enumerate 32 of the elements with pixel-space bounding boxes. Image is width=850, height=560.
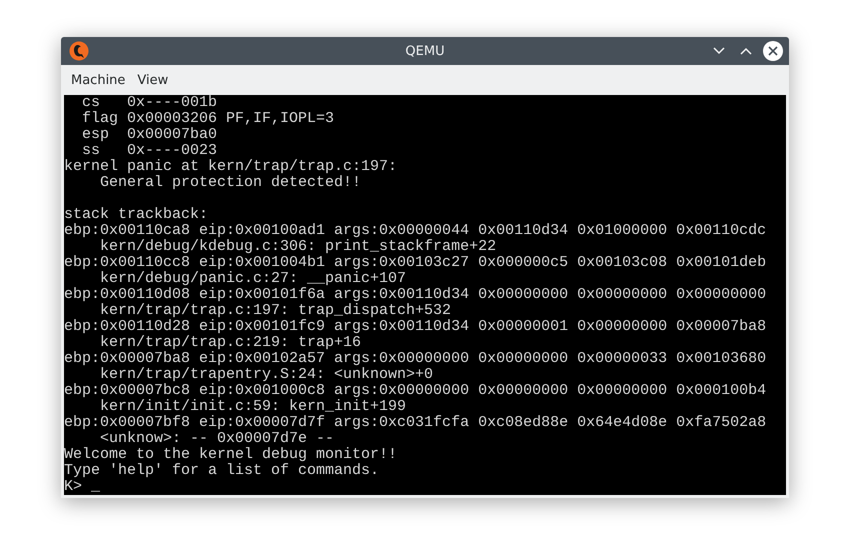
terminal-line: <unknow>: -- 0x00007d7e --: [99, 431, 334, 447]
terminal-line: kern/init/init.c:59: kern_init+199: [99, 399, 406, 415]
terminal-line: flag 0x00003206 PF,IF,IOPL=3: [81, 111, 334, 127]
terminal-line: ebp:0x00007bc8 eip:0x001000c8 args:0x00000000 0x00000000 0x00000000 0x000100b4: [64, 383, 766, 399]
terminal-line: kern/trap/trap.c:197: trap_dispatch+532: [99, 303, 452, 319]
window-title: QEMU: [405, 44, 445, 58]
terminal-line: kernel panic at kern/trap/trap.c:197:: [64, 159, 398, 175]
terminal-line: stack trackback:: [64, 207, 208, 223]
terminal-line: kern/debug/kdebug.c:306: print_stackframe+22: [99, 239, 496, 255]
close-icon: [763, 41, 783, 61]
menu-item[interactable]: Machine: [65, 68, 132, 92]
terminal-line: esp 0x00007ba0: [81, 127, 218, 143]
terminal-line: kern/trap/trapentry.S:24: <unknown>+0: [99, 367, 434, 383]
terminal-line: ebp:0x00110d28 eip:0x00101fc9 args:0x00110d34 0x00000001 0x00000000 0x00007ba8: [64, 319, 766, 335]
terminal-line: ebp:0x00007bf8 eip:0x00007d7f args:0xc031fcfa 0xc08ed88e 0x64e4d08e 0xfa7502a8: [64, 415, 766, 431]
terminal-line: ebp:0x00007ba8 eip:0x00102a57 args:0x00000000 0x00000000 0x00000033 0x00103680: [64, 351, 766, 367]
chevron-up-icon: [740, 47, 752, 55]
terminal-line: ebp:0x00110d08 eip:0x00101f6a args:0x00110d34 0x00000000 0x00000000 0x00000000: [64, 287, 766, 303]
terminal-line: kern/trap/trap.c:219: trap+16: [99, 335, 362, 351]
menu-item[interactable]: View: [131, 68, 174, 92]
terminal-line: cs 0x----001b: [81, 95, 218, 111]
terminal-line: ebp:0x00110cc8 eip:0x001004b1 args:0x00103c27 0x000000c5 0x00103c08 0x00101deb: [64, 255, 766, 271]
terminal-line: Type 'help' for a list of commands.: [64, 463, 380, 479]
terminal-line: ss 0x----0023: [81, 143, 218, 159]
chevron-down-icon: [713, 47, 725, 55]
app-logo-icon: [69, 41, 89, 61]
terminal-line: ebp:0x00110ca8 eip:0x00100ad1 args:0x00000044 0x00110d34 0x01000000 0x00110cdc: [64, 223, 766, 239]
terminal-line: kern/debug/panic.c:27: __panic+107: [99, 271, 406, 287]
terminal-line: General protection detected!!: [99, 175, 362, 191]
terminal-line: Welcome to the kernel debug monitor!!: [64, 447, 398, 463]
terminal-line: K> _: [64, 479, 100, 495]
close-button[interactable]: [761, 39, 785, 63]
